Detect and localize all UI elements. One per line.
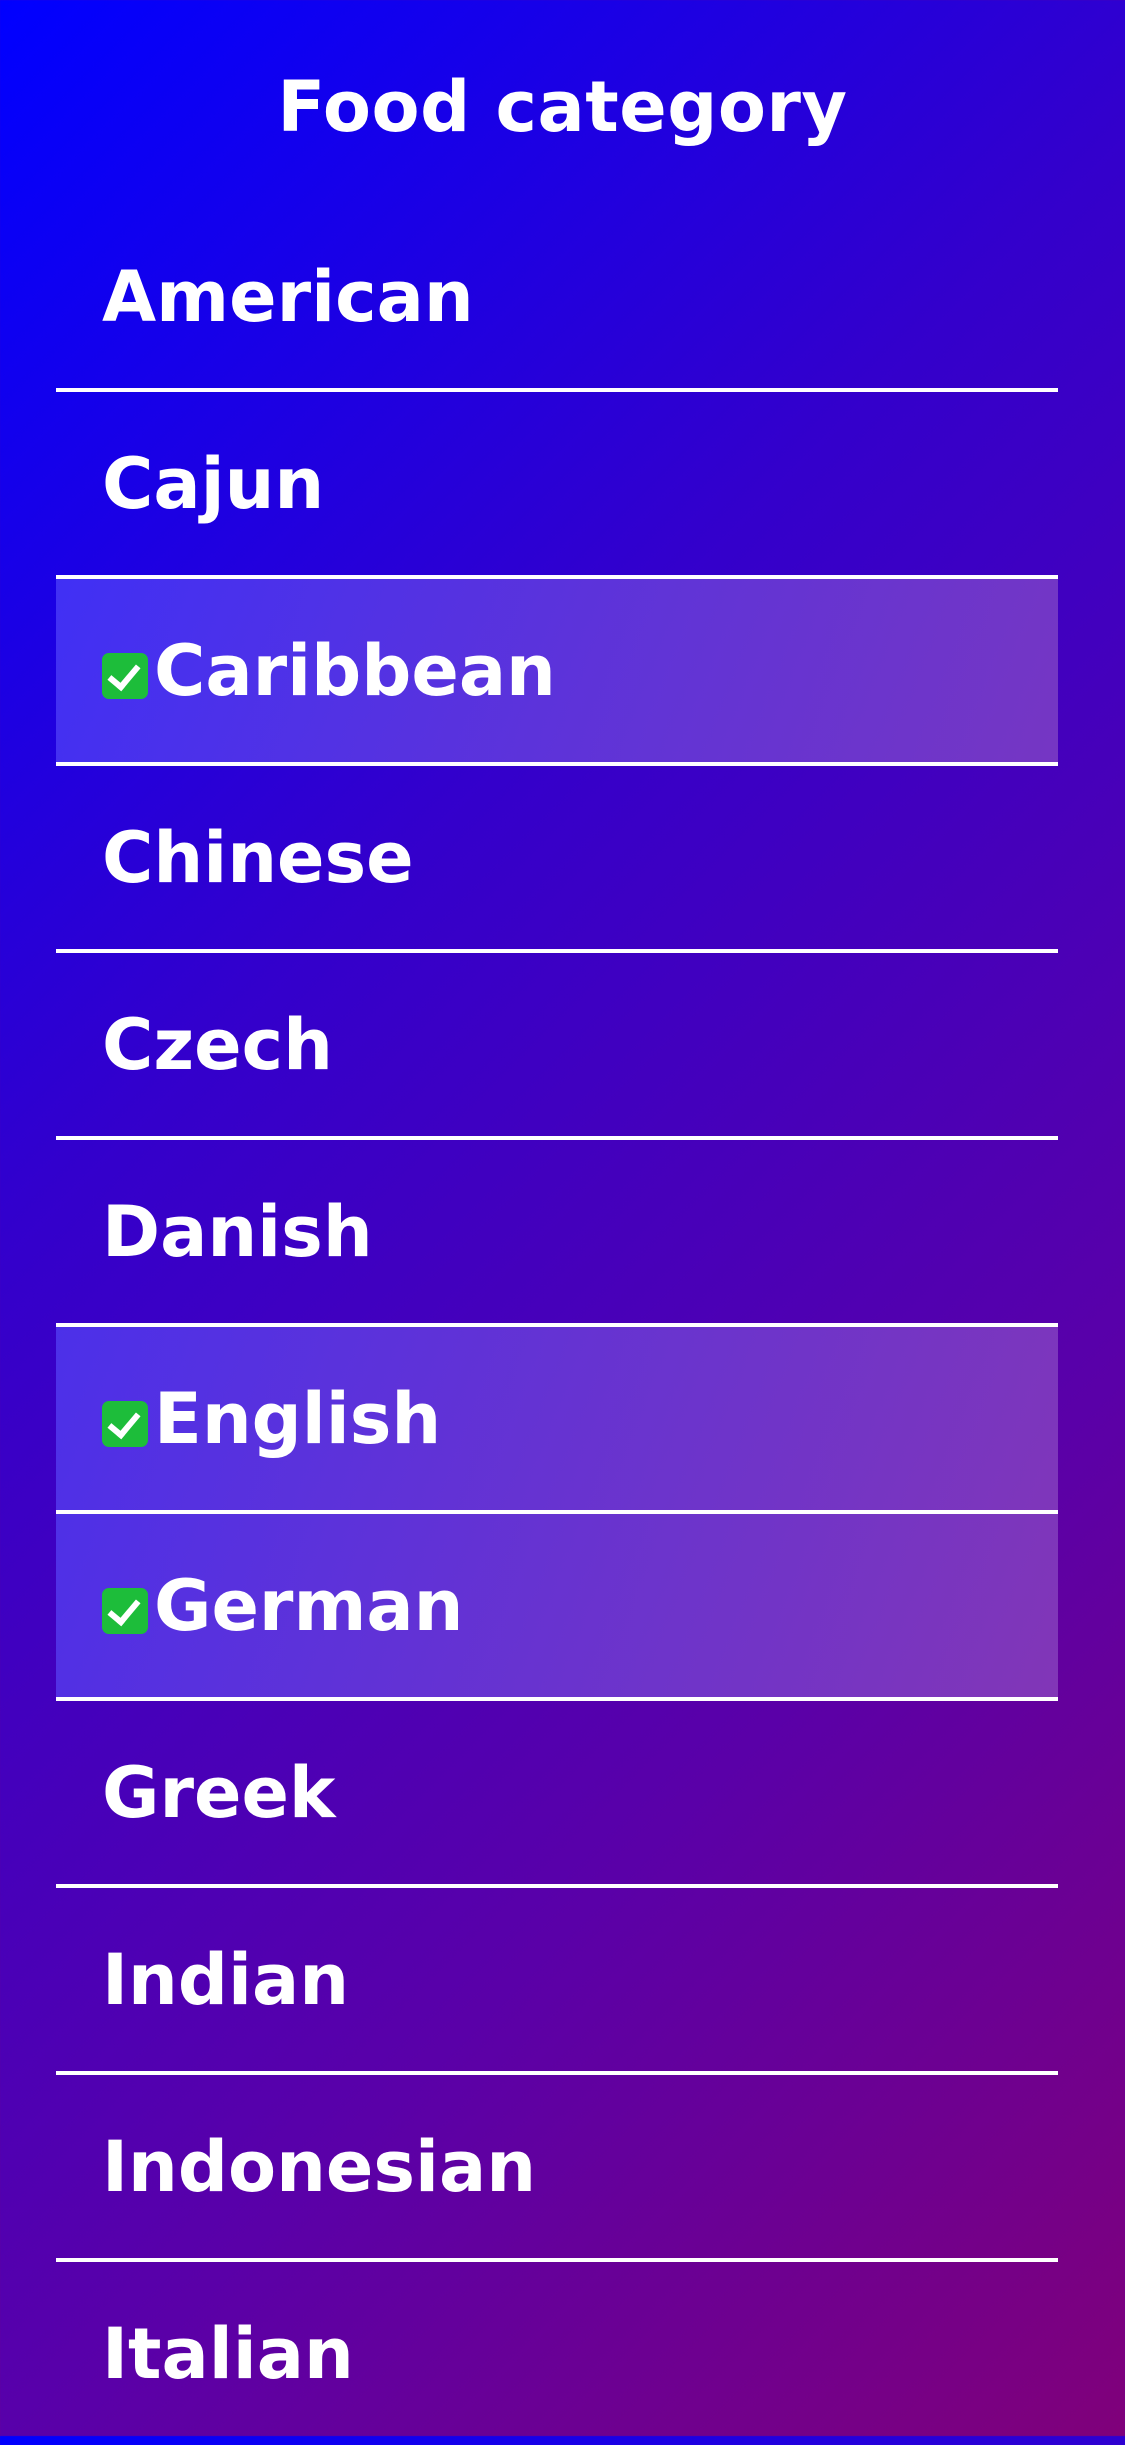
list-item-label: Greek <box>102 1751 336 1834</box>
list-item-label: Indian <box>102 1938 350 2021</box>
list-item-italian[interactable]: Italian <box>56 2262 1058 2445</box>
list-item-american[interactable]: American <box>56 205 1058 392</box>
list-item-indian[interactable]: Indian <box>56 1888 1058 2075</box>
list-item-label: English <box>154 1377 442 1460</box>
list-item-german[interactable]: German <box>56 1514 1058 1701</box>
list-item-label: Caribbean <box>154 629 556 712</box>
list-item-label: Italian <box>102 2312 354 2395</box>
list-item-chinese[interactable]: Chinese <box>56 766 1058 953</box>
list-item-greek[interactable]: Greek <box>56 1701 1058 1888</box>
list-item-label: American <box>102 255 474 338</box>
page-title: Food category <box>277 66 848 148</box>
list-item-danish[interactable]: Danish <box>56 1140 1058 1327</box>
list-item-english[interactable]: English <box>56 1327 1058 1514</box>
list-item-cajun[interactable]: Cajun <box>56 392 1058 579</box>
check-box-icon <box>102 1587 148 1634</box>
list-item-label: Czech <box>102 1003 333 1086</box>
check-box-icon <box>102 652 148 699</box>
list-item-label: Cajun <box>102 442 325 525</box>
list-item-label: Chinese <box>102 816 414 899</box>
check-box-icon <box>102 1400 148 1447</box>
category-list: American Cajun Caribbean Chinese Czech D… <box>56 205 1058 2445</box>
list-item-caribbean[interactable]: Caribbean <box>56 579 1058 766</box>
list-item-indonesian[interactable]: Indonesian <box>56 2075 1058 2262</box>
list-item-czech[interactable]: Czech <box>56 953 1058 1140</box>
list-item-label: German <box>154 1564 464 1647</box>
list-item-label: Indonesian <box>102 2125 537 2208</box>
list-item-label: Danish <box>102 1190 373 1273</box>
